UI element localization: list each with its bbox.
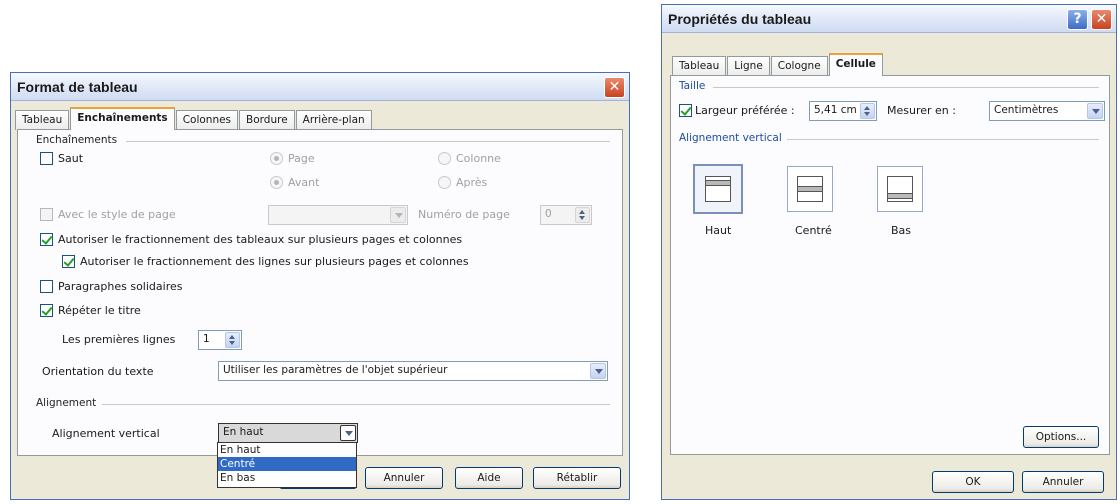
align-center-button[interactable] (787, 166, 833, 212)
repeter-titre-label: Répéter le titre (58, 304, 141, 317)
option-en-bas[interactable]: En bas (218, 471, 356, 485)
align-bottom-icon (887, 176, 913, 202)
align-center-icon (797, 176, 823, 202)
page-style-select[interactable] (268, 205, 408, 225)
options-button[interactable]: Options... (1023, 426, 1099, 448)
format-tableau-dialog: Format de tableau ✕ Tableau Enchaînement… (10, 72, 630, 500)
group-alignement-vertical-label: Alignement vertical (679, 132, 782, 144)
tab-ligne[interactable]: Ligne (727, 56, 770, 76)
group-separator (787, 139, 1099, 140)
tab-arriere-plan[interactable]: Arrière-plan (295, 110, 372, 130)
numero-page-value: 0 (545, 208, 552, 220)
group-enchainements-label: Enchaînements (36, 134, 118, 146)
align-center-label: Centré (795, 224, 832, 237)
alignement-vertical-listbox: En haut Centré En bas (217, 442, 357, 488)
alignement-vertical-select[interactable]: En haut (218, 423, 358, 443)
chevron-down-icon[interactable] (590, 363, 606, 379)
largeur-label: Largeur préférée : (695, 104, 795, 117)
title-bar[interactable]: Format de tableau ✕ (11, 73, 629, 101)
radio-colonne[interactable] (438, 152, 451, 165)
largeur-checkbox[interactable] (679, 104, 692, 117)
title-bar[interactable]: Propriétés du tableau ? ✕ (662, 5, 1116, 33)
orientation-select[interactable]: Utiliser les paramètres de l'objet supér… (218, 361, 608, 381)
saut-checkbox[interactable] (40, 152, 53, 165)
avec-style-checkbox[interactable] (40, 208, 53, 221)
group-separator (102, 404, 610, 405)
close-icon[interactable]: ✕ (1091, 9, 1112, 30)
align-top-icon (705, 176, 731, 202)
group-separator (713, 87, 1099, 88)
close-icon[interactable]: ✕ (604, 77, 625, 98)
align-top-label: Haut (705, 224, 732, 237)
chevron-down-icon[interactable] (390, 207, 406, 223)
annuler-button[interactable]: Annuler (1022, 471, 1104, 493)
tab-colonnes[interactable]: Colonnes (175, 110, 239, 130)
radio-page[interactable] (270, 152, 283, 165)
radio-avant-label: Avant (288, 176, 320, 189)
ok-button[interactable]: OK (932, 471, 1014, 493)
align-bottom-button[interactable] (877, 166, 923, 212)
tab-tableau[interactable]: Tableau (672, 56, 727, 76)
radio-apres-label: Après (456, 176, 488, 189)
repeter-titre-checkbox[interactable] (40, 304, 53, 317)
dialog-title: Format de tableau (17, 79, 138, 95)
chevron-down-icon[interactable] (1087, 103, 1103, 119)
tab-enchainements[interactable]: Enchaînements (70, 107, 175, 130)
retablir-button[interactable]: Rétablir (533, 467, 621, 489)
tab-panel: Enchaînements Saut Page Colonne Avant Ap… (17, 129, 623, 456)
group-alignement-label: Alignement (36, 397, 97, 409)
proprietes-tableau-dialog: Propriétés du tableau ? ✕ Tableau Ligne … (661, 4, 1117, 500)
autoriser-tableaux-checkbox[interactable] (40, 233, 53, 246)
numero-page-input[interactable]: 0 (540, 205, 592, 225)
align-bottom-label: Bas (891, 224, 912, 237)
alignement-vertical-label: Alignement vertical (52, 427, 160, 440)
saut-label: Saut (58, 152, 84, 165)
autoriser-lignes-checkbox[interactable] (62, 255, 75, 268)
radio-colonne-label: Colonne (456, 152, 501, 165)
paragraphes-label: Paragraphes solidaires (58, 280, 183, 293)
largeur-value: 5,41 cm (814, 104, 857, 116)
tab-cellule[interactable]: Cellule (828, 53, 883, 76)
premieres-lignes-label: Les premières lignes (62, 333, 176, 346)
orientation-value: Utiliser les paramètres de l'objet supér… (223, 364, 448, 376)
premieres-lignes-input[interactable]: 1 (198, 330, 242, 350)
mesurer-value: Centimètres (994, 104, 1059, 116)
largeur-input[interactable]: 5,41 cm (809, 101, 877, 121)
align-top-button[interactable] (693, 164, 743, 214)
option-centre[interactable]: Centré (218, 457, 356, 471)
radio-apres[interactable] (438, 176, 451, 189)
avec-style-label: Avec le style de page (58, 208, 176, 221)
alignement-vertical-value: En haut (223, 426, 264, 438)
radio-avant[interactable] (270, 176, 283, 189)
spinner-icon[interactable] (575, 207, 590, 223)
premieres-lignes-value: 1 (203, 333, 210, 345)
orientation-label: Orientation du texte (42, 365, 154, 378)
tab-tableau[interactable]: Tableau (15, 110, 70, 130)
tab-panel: Taille Largeur préférée : 5,41 cm Mesure… (670, 75, 1110, 455)
dialog-title: Propriétés du tableau (668, 11, 812, 27)
aide-button[interactable]: Aide (455, 467, 523, 489)
mesurer-select[interactable]: Centimètres (989, 101, 1105, 121)
option-en-haut[interactable]: En haut (218, 443, 356, 457)
numero-page-label: Numéro de page (418, 208, 510, 221)
annuler-button[interactable]: Annuler (365, 467, 443, 489)
spinner-icon[interactable] (225, 332, 240, 348)
tab-bordure[interactable]: Bordure (239, 110, 295, 130)
tab-bar: Tableau Ligne Cologne Cellule (672, 53, 884, 76)
autoriser-tableaux-label: Autoriser le fractionnement des tableaux… (58, 233, 463, 246)
spinner-icon[interactable] (860, 103, 875, 119)
mesurer-label: Mesurer en : (887, 104, 956, 117)
group-separator (126, 141, 610, 142)
tab-cologne[interactable]: Cologne (770, 56, 828, 76)
autoriser-lignes-label: Autoriser le fractionnement des lignes s… (80, 255, 469, 268)
chevron-down-icon[interactable] (340, 425, 356, 441)
radio-page-label: Page (288, 152, 315, 165)
paragraphes-checkbox[interactable] (40, 280, 53, 293)
group-taille-label: Taille (679, 80, 706, 92)
tab-bar: Tableau Enchaînements Colonnes Bordure A… (15, 107, 373, 130)
help-icon[interactable]: ? (1067, 9, 1088, 30)
